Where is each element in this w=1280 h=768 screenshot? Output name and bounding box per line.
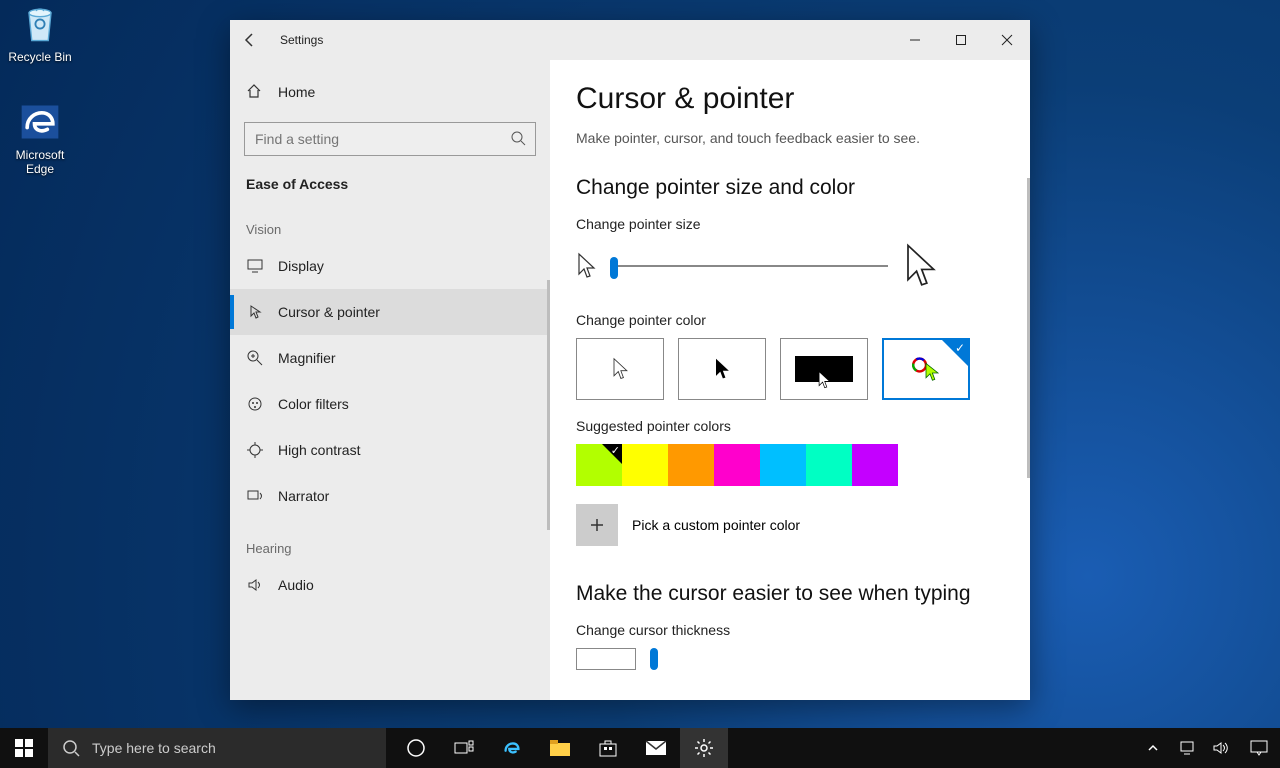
task-view-icon[interactable] bbox=[440, 728, 488, 768]
page-description: Make pointer, cursor, and touch feedback… bbox=[576, 130, 998, 146]
color-swatch[interactable] bbox=[668, 444, 714, 486]
color-swatch[interactable]: ✓ bbox=[576, 444, 622, 486]
nav-label: Audio bbox=[278, 577, 314, 593]
taskbar-edge-icon[interactable] bbox=[488, 728, 536, 768]
home-label: Home bbox=[278, 84, 315, 100]
desktop-icon-label: Microsoft Edge bbox=[2, 148, 78, 176]
nav-magnifier[interactable]: Magnifier bbox=[230, 335, 550, 381]
pointer-color-custom[interactable]: ✓ bbox=[882, 338, 970, 400]
custom-color-button[interactable] bbox=[576, 504, 618, 546]
nav-label: Narrator bbox=[278, 488, 329, 504]
color-swatch[interactable] bbox=[806, 444, 852, 486]
home-icon bbox=[246, 83, 264, 101]
taskbar-search[interactable]: Type here to search bbox=[48, 728, 386, 768]
start-button[interactable] bbox=[0, 728, 48, 768]
pointer-small-icon bbox=[576, 252, 596, 280]
nav-display[interactable]: Display bbox=[230, 243, 550, 289]
content-scrollbar[interactable] bbox=[1027, 178, 1030, 478]
taskbar-search-placeholder: Type here to search bbox=[92, 740, 216, 756]
section-size-color: Change pointer size and color bbox=[576, 176, 998, 200]
close-button[interactable] bbox=[984, 20, 1030, 60]
taskbar-settings-icon[interactable] bbox=[680, 728, 728, 768]
search-icon bbox=[510, 130, 526, 146]
nav-narrator[interactable]: Narrator bbox=[230, 473, 550, 519]
tray-volume-icon[interactable] bbox=[1210, 728, 1232, 768]
home-link[interactable]: Home bbox=[230, 70, 550, 114]
nav-cursor-pointer[interactable]: Cursor & pointer bbox=[230, 289, 550, 335]
recycle-bin-icon bbox=[18, 2, 62, 46]
settings-window: Settings Home Ease of Access Vision Disp… bbox=[230, 20, 1030, 700]
search-input[interactable] bbox=[244, 122, 536, 156]
content-area: Cursor & pointer Make pointer, cursor, a… bbox=[550, 60, 1030, 700]
nav-label: Magnifier bbox=[278, 350, 336, 366]
desktop-icon-edge[interactable]: Microsoft Edge bbox=[2, 100, 78, 176]
audio-icon bbox=[246, 576, 264, 594]
label-pointer-color: Change pointer color bbox=[576, 312, 998, 328]
taskbar-mail-icon[interactable] bbox=[632, 728, 680, 768]
suggested-swatches: ✓ bbox=[576, 444, 998, 486]
taskbar: Type here to search bbox=[0, 728, 1280, 768]
cortana-icon[interactable] bbox=[392, 728, 440, 768]
nav-label: Display bbox=[278, 258, 324, 274]
custom-color-label: Pick a custom pointer color bbox=[632, 517, 800, 533]
section-cursor-typing: Make the cursor easier to see when typin… bbox=[576, 582, 998, 606]
edge-icon bbox=[18, 100, 62, 144]
nav-high-contrast[interactable]: High contrast bbox=[230, 427, 550, 473]
color-swatch[interactable] bbox=[760, 444, 806, 486]
nav-label: High contrast bbox=[278, 442, 360, 458]
pointer-large-icon bbox=[902, 242, 938, 290]
display-icon bbox=[246, 257, 264, 275]
maximize-button[interactable] bbox=[938, 20, 984, 60]
taskbar-explorer-icon[interactable] bbox=[536, 728, 584, 768]
pointer-color-black[interactable] bbox=[678, 338, 766, 400]
high-contrast-icon bbox=[246, 441, 264, 459]
narrator-icon bbox=[246, 487, 264, 505]
cursor-pointer-icon bbox=[246, 303, 264, 321]
back-button[interactable] bbox=[230, 20, 270, 60]
cursor-thickness-slider[interactable] bbox=[650, 648, 658, 670]
pointer-size-slider[interactable] bbox=[610, 254, 888, 278]
titlebar: Settings bbox=[230, 20, 1030, 60]
sidebar: Home Ease of Access Vision Display Curso… bbox=[230, 60, 550, 700]
window-title: Settings bbox=[280, 33, 323, 47]
tray-network-icon[interactable] bbox=[1176, 728, 1198, 768]
group-hearing: Hearing bbox=[230, 519, 550, 562]
label-cursor-thickness: Change cursor thickness bbox=[576, 622, 998, 638]
taskbar-store-icon[interactable] bbox=[584, 728, 632, 768]
nav-label: Color filters bbox=[278, 396, 349, 412]
group-vision: Vision bbox=[230, 200, 550, 243]
page-title: Cursor & pointer bbox=[576, 82, 998, 116]
nav-label: Cursor & pointer bbox=[278, 304, 380, 320]
minimize-button[interactable] bbox=[892, 20, 938, 60]
nav-audio[interactable]: Audio bbox=[230, 562, 550, 608]
tray-notifications-icon[interactable] bbox=[1244, 728, 1274, 768]
pointer-color-inverted[interactable] bbox=[780, 338, 868, 400]
nav-color-filters[interactable]: Color filters bbox=[230, 381, 550, 427]
desktop-icon-recycle-bin[interactable]: Recycle Bin bbox=[2, 2, 78, 64]
magnifier-icon bbox=[246, 349, 264, 367]
label-suggested-colors: Suggested pointer colors bbox=[576, 418, 998, 434]
color-filters-icon bbox=[246, 395, 264, 413]
desktop-icon-label: Recycle Bin bbox=[2, 50, 78, 64]
color-swatch[interactable] bbox=[622, 444, 668, 486]
color-swatch[interactable] bbox=[714, 444, 760, 486]
label-pointer-size: Change pointer size bbox=[576, 216, 998, 232]
tray-chevron-icon[interactable] bbox=[1142, 728, 1164, 768]
color-swatch[interactable] bbox=[852, 444, 898, 486]
pointer-color-white[interactable] bbox=[576, 338, 664, 400]
category-label: Ease of Access bbox=[230, 164, 550, 200]
cursor-thickness-preview bbox=[576, 648, 636, 670]
